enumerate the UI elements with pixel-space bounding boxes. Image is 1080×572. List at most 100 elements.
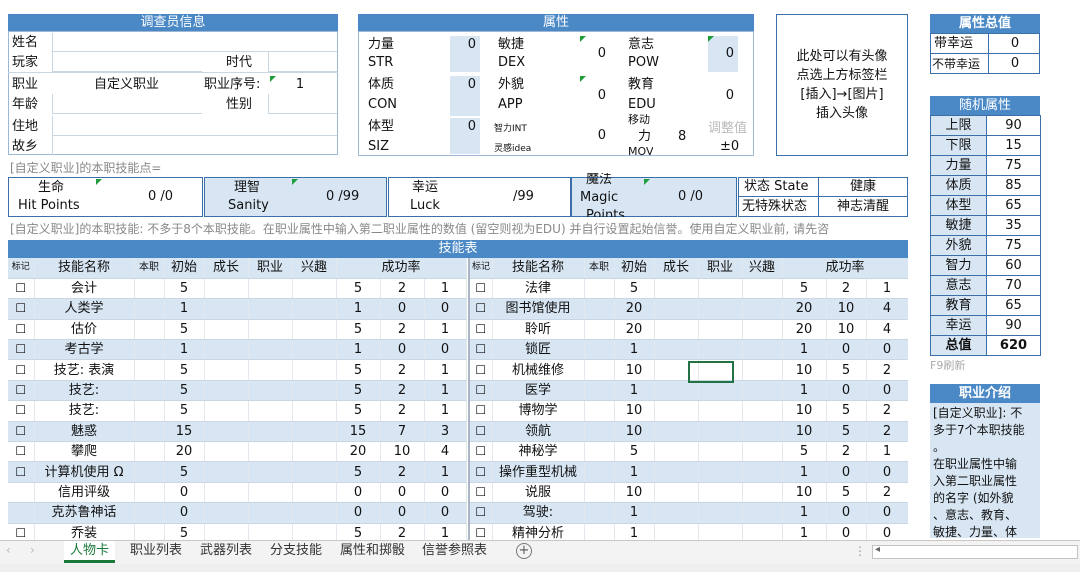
skill-interest-cell[interactable]	[292, 339, 337, 361]
scroll-left-arrow-icon[interactable]: ◂	[875, 544, 880, 555]
skill-mark-checkbox[interactable]: ☐	[8, 421, 35, 443]
skill-occ-cell[interactable]	[134, 400, 165, 422]
skill-interest-cell[interactable]	[742, 319, 783, 341]
skill-growth-cell[interactable]	[204, 298, 249, 320]
skill-growth-cell[interactable]	[204, 278, 249, 300]
attr-pow-value[interactable]: 0	[708, 36, 738, 72]
skill-mark-checkbox[interactable]	[8, 482, 35, 504]
skill-growth-cell[interactable]	[204, 319, 249, 341]
hometown-field[interactable]	[52, 136, 337, 155]
skill-occ-cell[interactable]	[134, 319, 165, 341]
tab-credit-reference[interactable]: 信誉参照表	[416, 541, 493, 563]
skill-interest-cell[interactable]	[742, 461, 783, 483]
skill-mark-checkbox[interactable]: ☐	[8, 441, 35, 463]
attr-dex-value[interactable]: 0	[580, 36, 610, 72]
skill-mark-checkbox[interactable]: ☐	[470, 482, 493, 504]
skill-mark-checkbox[interactable]: ☐	[470, 319, 493, 341]
skill-interest-cell[interactable]	[742, 441, 783, 463]
tab-weapon-list[interactable]: 武器列表	[194, 541, 258, 563]
skill-job-cell[interactable]	[248, 278, 293, 300]
skill-growth-cell[interactable]	[654, 339, 699, 361]
skill-interest-cell[interactable]	[292, 298, 337, 320]
skill-mark-checkbox[interactable]: ☐	[8, 523, 35, 540]
attr-str-value[interactable]: 0	[450, 36, 480, 72]
skill-job-cell[interactable]	[248, 380, 293, 402]
skill-interest-cell[interactable]	[742, 278, 783, 300]
skill-interest-cell[interactable]	[292, 461, 337, 483]
residence-field[interactable]	[52, 116, 337, 136]
attr-edu-value[interactable]: 0	[708, 76, 738, 116]
skill-mark-checkbox[interactable]: ☐	[8, 319, 35, 341]
skill-occ-cell[interactable]	[584, 461, 615, 483]
attr-int-value[interactable]: 0	[580, 118, 610, 154]
skill-growth-cell[interactable]	[654, 502, 699, 524]
skill-job-cell[interactable]	[248, 339, 293, 361]
skill-interest-cell[interactable]	[742, 421, 783, 443]
skill-occ-cell[interactable]	[134, 421, 165, 443]
skill-job-cell[interactable]	[698, 523, 743, 540]
tab-scroll-right-icon[interactable]: ›	[30, 543, 35, 557]
skill-job-cell[interactable]	[248, 298, 293, 320]
skill-mark-checkbox[interactable]: ☐	[470, 400, 493, 422]
attr-app-value[interactable]: 0	[580, 76, 610, 116]
skill-occ-cell[interactable]	[134, 441, 165, 463]
skill-interest-cell[interactable]	[292, 319, 337, 341]
skill-occ-cell[interactable]	[584, 441, 615, 463]
skill-mark-checkbox[interactable]: ☐	[8, 380, 35, 402]
skill-occ-cell[interactable]	[584, 523, 615, 540]
skill-mark-checkbox[interactable]: ☐	[470, 278, 493, 300]
skill-interest-cell[interactable]	[742, 400, 783, 422]
skill-growth-cell[interactable]	[654, 278, 699, 300]
skill-job-cell[interactable]	[248, 359, 293, 381]
skill-occ-cell[interactable]	[134, 298, 165, 320]
skill-growth-cell[interactable]	[204, 502, 249, 524]
skill-job-cell[interactable]	[698, 339, 743, 361]
skill-occ-cell[interactable]	[134, 461, 165, 483]
skill-growth-cell[interactable]	[654, 461, 699, 483]
skill-job-cell[interactable]	[698, 278, 743, 300]
skill-job-cell[interactable]	[698, 461, 743, 483]
special-state-value[interactable]: 神志清醒	[820, 198, 906, 216]
skill-job-cell[interactable]	[698, 502, 743, 524]
skill-occ-cell[interactable]	[584, 502, 615, 524]
attr-siz-value[interactable]: 0	[450, 118, 480, 154]
skill-interest-cell[interactable]	[742, 380, 783, 402]
skill-growth-cell[interactable]	[654, 319, 699, 341]
skill-growth-cell[interactable]	[654, 298, 699, 320]
player-field[interactable]	[52, 52, 202, 72]
occupation-value[interactable]: 自定义职业	[94, 76, 159, 94]
tab-branch-skills[interactable]: 分支技能	[264, 541, 328, 563]
skill-mark-checkbox[interactable]: ☐	[470, 339, 493, 361]
skill-occ-cell[interactable]	[134, 482, 165, 504]
state-value[interactable]: 健康	[820, 178, 906, 196]
skill-job-cell[interactable]	[248, 523, 293, 540]
skill-mark-checkbox[interactable]: ☐	[470, 502, 493, 524]
skill-mark-checkbox[interactable]	[8, 502, 35, 524]
skill-job-cell[interactable]	[248, 441, 293, 463]
skill-mark-checkbox[interactable]: ☐	[470, 359, 493, 381]
plus-circle-icon[interactable]: +	[516, 543, 532, 559]
skill-mark-checkbox[interactable]: ☐	[470, 380, 493, 402]
skill-interest-cell[interactable]	[292, 523, 337, 540]
skill-occ-cell[interactable]	[584, 482, 615, 504]
skill-job-cell[interactable]	[698, 441, 743, 463]
skill-job-cell[interactable]	[248, 421, 293, 443]
skill-interest-cell[interactable]	[742, 523, 783, 540]
skill-occ-cell[interactable]	[584, 278, 615, 300]
age-field[interactable]	[52, 94, 202, 114]
skill-growth-cell[interactable]	[204, 359, 249, 381]
attr-con-value[interactable]: 0	[450, 76, 480, 116]
skill-growth-cell[interactable]	[204, 441, 249, 463]
skill-occ-cell[interactable]	[584, 400, 615, 422]
skill-mark-checkbox[interactable]: ☐	[8, 339, 35, 361]
skill-growth-cell[interactable]	[654, 400, 699, 422]
occupation-index-value[interactable]: 1	[270, 76, 330, 94]
skill-occ-cell[interactable]	[584, 319, 615, 341]
era-field[interactable]	[268, 52, 337, 72]
tab-attributes-dice[interactable]: 属性和掷骰	[334, 541, 411, 563]
skill-mark-checkbox[interactable]: ☐	[8, 461, 35, 483]
skill-interest-cell[interactable]	[292, 482, 337, 504]
skill-job-cell[interactable]	[698, 380, 743, 402]
skill-interest-cell[interactable]	[292, 380, 337, 402]
skill-interest-cell[interactable]	[292, 400, 337, 422]
